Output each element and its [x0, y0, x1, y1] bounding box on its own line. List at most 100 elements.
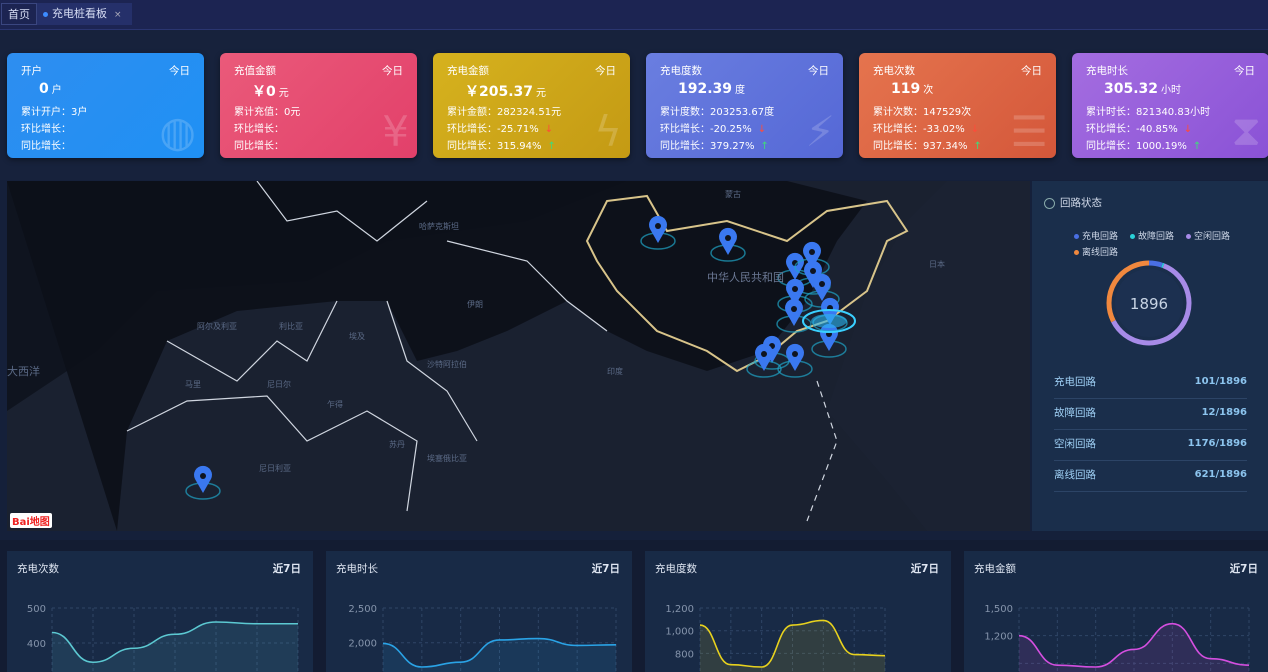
arrow-down-icon: ↓	[757, 124, 767, 135]
donut-slice	[1161, 262, 1165, 269]
arrow-up-icon: ↑	[973, 141, 982, 152]
map-label: 利比亚	[279, 322, 303, 331]
donut-slice	[1148, 260, 1163, 268]
legend-dot-icon	[1186, 234, 1192, 239]
baidu-map-logo: Bai地图	[10, 513, 52, 528]
line-chart-panel: 充电度数 近7日 1,200 1,000 800	[645, 551, 951, 672]
legend-item[interactable]: 空闲回路	[1186, 232, 1236, 242]
hourglass-icon: ⧗	[1231, 106, 1261, 155]
globe-user-icon: ◍	[159, 107, 196, 156]
card-title: 充电金额	[447, 65, 489, 77]
legend-item[interactable]: 故障回路	[1130, 232, 1180, 242]
charging-station-icon: ⚡	[805, 107, 836, 156]
card-yoy: 同比增长：315.94% ↑	[447, 141, 556, 152]
card-yoy: 同比增长：	[234, 141, 284, 152]
card-total: 累计开户：3户	[21, 107, 88, 118]
stat-card: 充电度数 今日 192.39 度 累计度数：203253.67度 环比增长：-20…	[646, 53, 843, 158]
card-period: 今日	[595, 65, 616, 77]
card-title: 充值金额	[234, 65, 276, 77]
card-title: 充电时长	[1086, 65, 1128, 77]
y-tick-label: 800	[675, 649, 694, 660]
legend-dot-icon	[1130, 234, 1136, 239]
card-title: 开户	[21, 65, 42, 77]
line-chart-panel: 充电金额 近7日 1,500 1,200	[964, 551, 1268, 672]
arrow-up-icon: ↑	[547, 141, 556, 152]
series-area	[52, 622, 298, 672]
card-mom: 环比增长：-20.25% ↓	[660, 124, 767, 135]
y-tick-label: 1,500	[984, 604, 1013, 615]
power-icon	[1044, 197, 1055, 209]
map-label: 埃塞俄比亚	[427, 454, 467, 463]
legend-dot-icon	[1074, 234, 1079, 239]
card-value: ￥205.37 元	[465, 84, 547, 100]
map-label: 埃及	[349, 332, 365, 341]
map-label: 苏丹	[389, 440, 405, 449]
arrow-down-icon: ↓	[970, 124, 980, 135]
map-label: 中华人民共和国	[707, 271, 784, 284]
y-tick-label: 2,500	[348, 604, 377, 615]
close-tab-icon[interactable]: ×	[114, 10, 122, 20]
arrow-up-icon: ↑	[760, 141, 769, 152]
legend-item[interactable]: 离线回路	[1074, 248, 1124, 258]
card-mom: 环比增长：-33.02% ↓	[873, 124, 980, 135]
stat-card: 开户 今日 0户 累计开户：3户 环比增长： 同比增长： ◍	[7, 53, 204, 158]
card-title: 充电次数	[873, 65, 915, 77]
stat-card: 充电时长 今日 305.32 小时 累计时长：821340.83小时 环比增长：-…	[1072, 53, 1268, 158]
card-mom: 环比增长：-40.85% ↓	[1086, 124, 1193, 135]
card-period: 今日	[1234, 65, 1255, 77]
tab-label: 充电桩看板	[52, 7, 107, 20]
card-yoy: 同比增长：1000.19% ↑	[1086, 141, 1202, 152]
card-value: 119 次	[891, 81, 934, 97]
card-period: 今日	[382, 65, 403, 77]
stat-card: 充值金额 今日 ￥0 元 累计充值：0元 环比增长： 同比增长： ¥	[220, 53, 417, 158]
card-total: 累计时长：821340.83小时	[1086, 107, 1211, 118]
map-label: 伊朗	[467, 300, 483, 309]
y-tick-label: 2,000	[348, 639, 377, 650]
loop-status-title: 回路状态	[1044, 195, 1102, 210]
map-label: 沙特阿拉伯	[427, 360, 467, 369]
active-dot-icon	[43, 11, 48, 17]
arrow-down-icon: ↓	[544, 124, 554, 135]
money-bag-icon: ¥	[382, 107, 409, 156]
card-mom: 环比增长：-25.71% ↓	[447, 124, 554, 135]
loop-legend: 充电回路 故障回路 空闲回路离线回路	[1074, 229, 1264, 261]
map-label: 大西洋	[7, 365, 40, 378]
loop-donut-chart: 1896	[1106, 260, 1192, 346]
card-value: 305.32 小时	[1104, 81, 1182, 97]
line-chart-panel: 充电次数 近7日 500 400	[7, 551, 313, 672]
card-total: 累计度数：203253.67度	[660, 107, 775, 118]
tab-home[interactable]: 首页	[1, 3, 37, 25]
loop-status-row: 离线回路 621/1896	[1054, 461, 1247, 492]
loop-status-row: 空闲回路 1176/1896	[1054, 430, 1247, 461]
database-check-icon: ☰	[1010, 107, 1048, 156]
line-chart-panel: 充电时长 近7日 2,500 2,000	[326, 551, 632, 672]
card-total: 累计金额：282324.51元	[447, 107, 562, 118]
map-label: 日本	[929, 260, 945, 269]
card-period: 今日	[808, 65, 829, 77]
card-value: ￥0 元	[252, 84, 289, 100]
tab-charging-dashboard[interactable]: 充电桩看板 ×	[37, 3, 132, 25]
card-period: 今日	[169, 65, 190, 77]
map-label: 印度	[607, 367, 623, 376]
card-mom: 环比增长：	[21, 124, 71, 135]
card-yoy: 同比增长：379.27% ↑	[660, 141, 769, 152]
card-mom: 环比增长：	[234, 124, 284, 135]
card-total: 累计充值：0元	[234, 107, 301, 118]
card-title: 充电度数	[660, 65, 702, 77]
map-view[interactable]: 大西洋 阿尔及利亚 利比亚 埃及 沙特阿拉伯 伊朗 印度 中华人民共和国 蒙古 日本 哈萨克斯坦 尼日…	[7, 181, 1030, 531]
map-canvas[interactable]	[7, 181, 1030, 531]
card-yoy: 同比增长：	[21, 141, 71, 152]
map-label: 马里	[185, 380, 201, 389]
loop-status-panel: 回路状态 充电回路 故障回路 空闲回路 离线回路 1896 充电回路 101/1896 故…	[1032, 181, 1268, 531]
legend-item[interactable]: 充电回路	[1074, 232, 1124, 242]
stat-card: 充电金额 今日 ￥205.37 元 累计金额：282324.51元 环比增长：-2…	[433, 53, 630, 158]
map-label: 阿尔及利亚	[197, 322, 237, 331]
card-period: 今日	[1021, 65, 1042, 77]
map-label: 蒙古	[725, 190, 741, 199]
card-value: 192.39 度	[678, 81, 746, 97]
stat-card: 充电次数 今日 119 次 累计次数：147529次 环比增长：-33.02% ↓ …	[859, 53, 1056, 158]
card-value: 0户	[39, 81, 62, 97]
y-tick-label: 500	[27, 604, 46, 615]
map-label: 尼日尔	[267, 380, 291, 389]
loop-status-row: 故障回路 12/1896	[1054, 399, 1247, 430]
